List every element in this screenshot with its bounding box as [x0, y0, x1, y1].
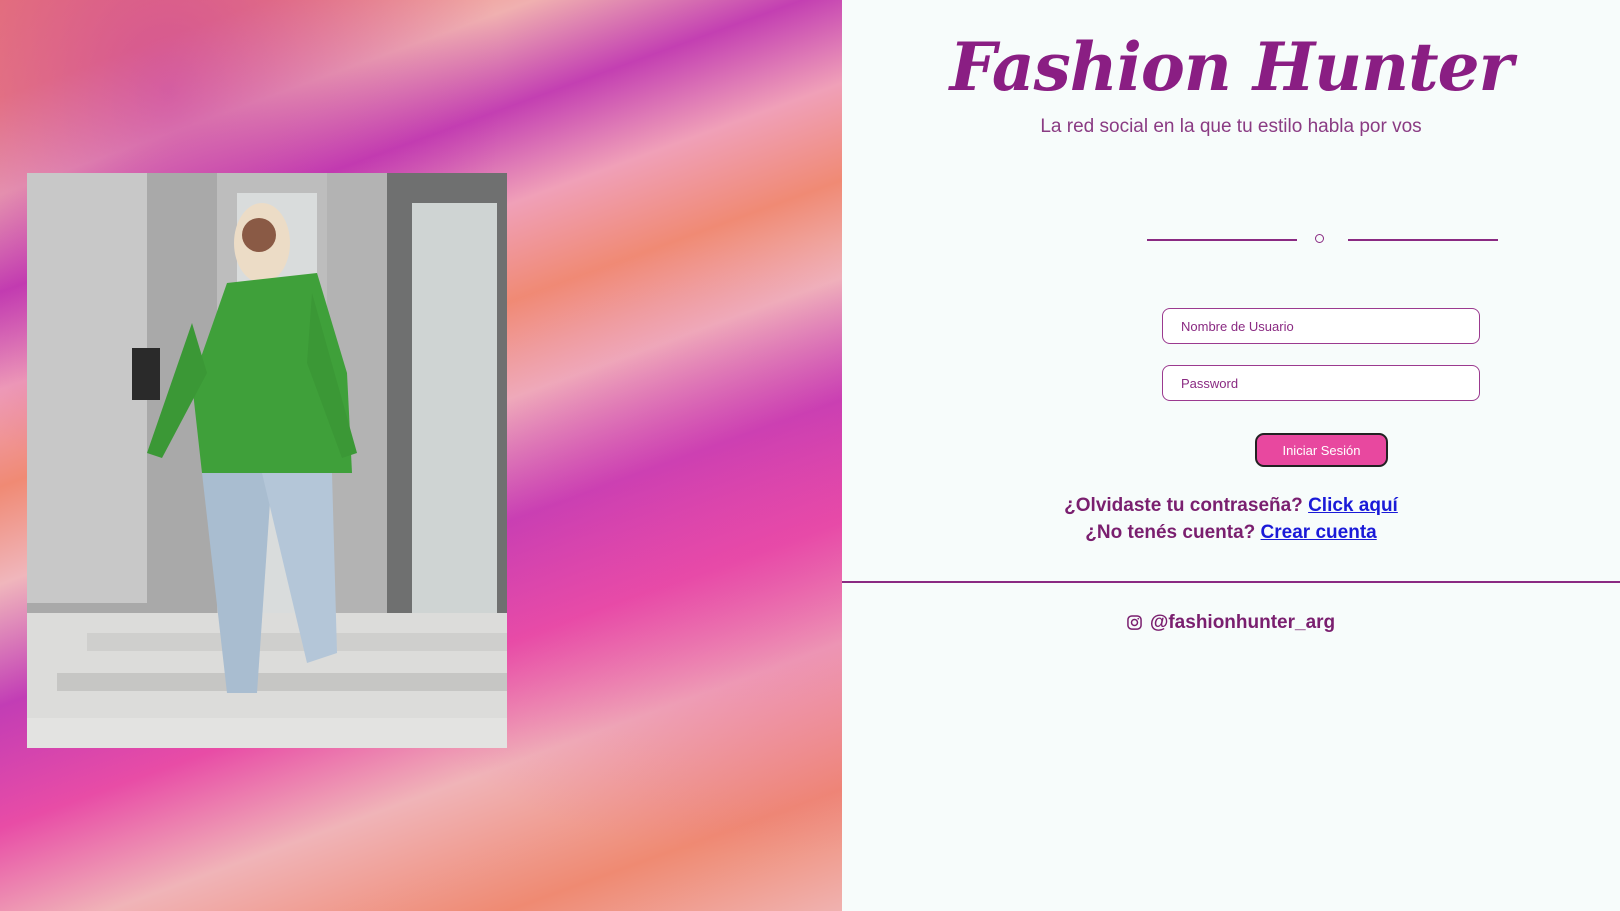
username-input[interactable]: [1162, 308, 1480, 344]
instagram-icon: [1127, 615, 1142, 631]
instagram-row[interactable]: @fashionhunter_arg: [842, 612, 1620, 634]
forgot-password-row: ¿Olvidaste tu contraseña? Click aquí: [842, 495, 1620, 517]
divider-right: [1348, 239, 1498, 241]
hero-panel: [0, 0, 842, 911]
brand-tagline: La red social en la que tu estilo habla …: [1040, 116, 1422, 137]
signup-row: ¿No tenés cuenta? Crear cuenta: [842, 522, 1620, 544]
divider-dot: [1315, 234, 1324, 243]
password-input[interactable]: [1162, 365, 1480, 401]
signup-text: ¿No tenés cuenta?: [1085, 522, 1256, 543]
brand-logo: Fashion Hunter: [949, 28, 1514, 106]
divider-left: [1147, 239, 1297, 241]
forgot-password-link[interactable]: Click aquí: [1308, 495, 1398, 516]
instagram-handle: @fashionhunter_arg: [1149, 612, 1336, 633]
signup-link[interactable]: Crear cuenta: [1261, 522, 1377, 543]
login-button[interactable]: Iniciar Sesión: [1255, 433, 1388, 467]
section-divider: [842, 581, 1620, 583]
forgot-password-text: ¿Olvidaste tu contraseña?: [1064, 495, 1303, 516]
login-panel: Fashion Hunter La red social en la que t…: [842, 0, 1620, 911]
fashion-photo: [27, 173, 507, 748]
